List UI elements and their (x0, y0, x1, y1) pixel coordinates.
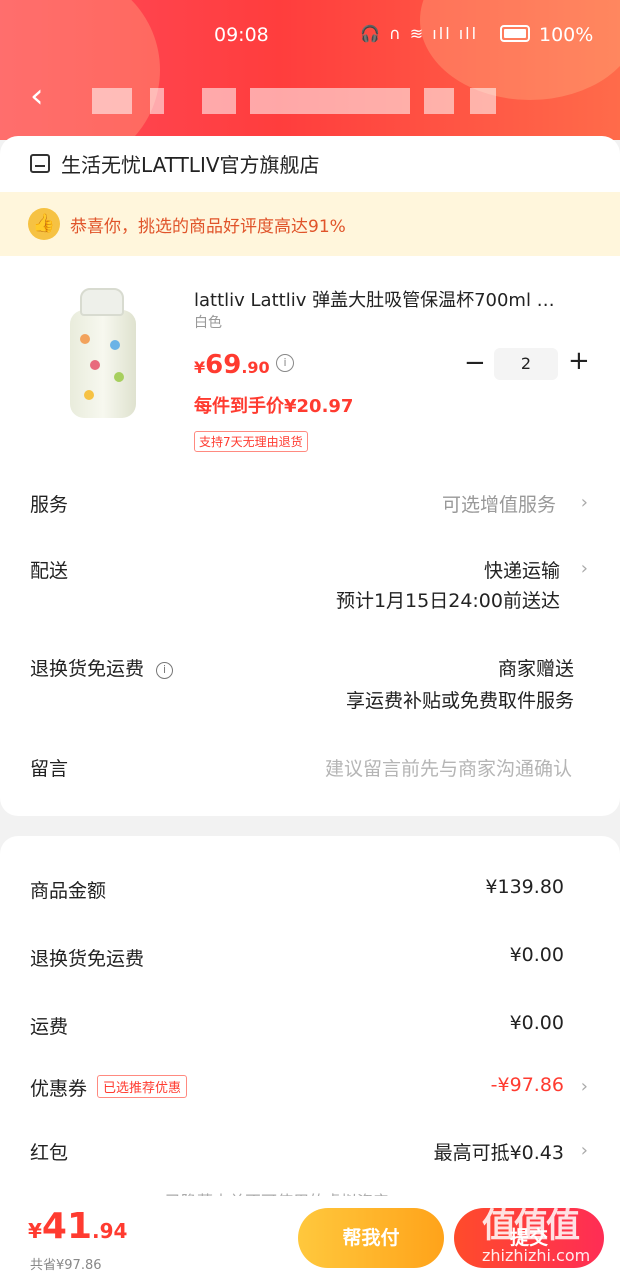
return-fee-summary-label: 退换货免运费 (30, 948, 145, 970)
message-input[interactable]: 建议留言前先与商家沟通确认 (325, 754, 572, 781)
coupon-row[interactable]: 优惠券 已选推荐优惠 (30, 1074, 188, 1101)
sticker (80, 334, 90, 344)
blurred-title (202, 88, 236, 114)
total-integer: 41 (41, 1206, 93, 1247)
sticker (90, 360, 100, 370)
sticker (110, 340, 120, 350)
status-time: 09:08 (214, 24, 269, 46)
goods-amount-label: 商品金额 (30, 880, 107, 902)
price-summary-card: 商品金额 ¥139.80 退换货免运费 ¥0.00 运费 ¥0.00 优惠券 已选… (0, 836, 620, 1216)
chevron-right-icon[interactable]: › (581, 492, 588, 513)
product-title[interactable]: lattliv Lattliv 弹盖大肚吸管保温杯700ml … (194, 286, 594, 312)
watermark-url: zhizhizhi.com (482, 1246, 591, 1265)
quantity-stepper: − 2 + (460, 346, 590, 382)
blurred-title (150, 88, 164, 114)
status-bar: 09:08 🎧 ∩ ≋ ıll ıll 100% (0, 24, 620, 52)
order-card: 生活无忧LATTLIV官方旗舰店 👍 恭喜你，挑选的商品好评度高达91% lat… (0, 136, 620, 816)
total-saved: 共省¥97.86 (30, 1258, 102, 1273)
return-fee-label: 退换货免运费 (30, 658, 145, 680)
total-symbol: ¥ (28, 1219, 42, 1243)
header-decoration (0, 0, 160, 140)
watermark-logo: 值值值 (482, 1206, 580, 1246)
shipping-value: ¥0.00 (509, 1012, 564, 1034)
price-info-icon[interactable]: i (276, 354, 294, 372)
return-fee-sub: 享运费补贴或免费取件服务 (345, 690, 574, 712)
bottle-body (70, 310, 136, 418)
goods-amount-value: ¥139.80 (485, 876, 564, 898)
chevron-right-icon[interactable]: › (581, 558, 588, 579)
rating-text: 恭喜你，挑选的商品好评度高达91% (70, 217, 346, 237)
delivery-label: 配送 (30, 560, 69, 582)
status-icons: 🎧 ∩ ≋ ıll ıll (360, 24, 479, 43)
redpacket-label: 红包 (30, 1142, 69, 1164)
store-header[interactable]: 生活无忧LATTLIV官方旗舰店 (30, 148, 320, 178)
blurred-title (250, 88, 410, 114)
sticker (114, 372, 124, 382)
info-icon[interactable]: i (156, 662, 174, 679)
back-arrow-icon[interactable]: ‹ (30, 78, 54, 114)
help-pay-button[interactable]: 帮我付 (298, 1208, 444, 1268)
return-fee-value: 商家赠送 (497, 658, 574, 680)
rating-banner: 👍 恭喜你，挑选的商品好评度高达91% (0, 192, 620, 256)
return-fee-row: 退换货免运费 i (30, 654, 174, 681)
product-variant: 白色 (194, 315, 222, 331)
total-decimal: .94 (92, 1219, 128, 1243)
watermark: 值值值 zhizhizhi.com (482, 1196, 620, 1279)
blurred-title (470, 88, 496, 114)
store-name: 生活无忧LATTLIV官方旗舰店 (61, 152, 320, 177)
sticker (84, 390, 94, 400)
shipping-label: 运费 (30, 1016, 69, 1038)
price-decimal: .90 (241, 358, 270, 377)
thumbs-up-icon: 👍 (28, 208, 60, 240)
service-label: 服务 (30, 494, 69, 516)
return-fee-summary-value: ¥0.00 (509, 944, 564, 966)
battery-percent: 100% (539, 24, 594, 46)
delivery-eta: 预计1月15日24:00前送达 (335, 590, 560, 612)
price-integer: 69 (205, 350, 242, 380)
return-policy-badge: 支持7天无理由退货 (194, 431, 308, 452)
blurred-title (92, 88, 132, 114)
product-image[interactable] (62, 288, 144, 420)
coupon-badge: 已选推荐优惠 (97, 1075, 188, 1098)
increase-button[interactable]: + (568, 346, 590, 376)
redpacket-value[interactable]: 最高可抵¥0.43 (434, 1138, 564, 1165)
per-item-price: 每件到手价¥20.97 (194, 396, 354, 417)
decrease-button[interactable]: − (464, 348, 486, 378)
bottle-cap (80, 288, 124, 316)
quantity-value[interactable]: 2 (494, 348, 558, 380)
product-price: ¥69.90 (194, 350, 270, 380)
store-icon (30, 153, 50, 173)
total-price: ¥41.94 (28, 1206, 127, 1247)
service-value[interactable]: 可选增值服务 (442, 490, 556, 517)
price-symbol: ¥ (194, 358, 206, 377)
coupon-value[interactable]: -¥97.86 (491, 1074, 564, 1096)
battery-icon (500, 25, 530, 42)
coupon-label: 优惠券 (30, 1078, 88, 1100)
chevron-right-icon[interactable]: › (581, 1140, 588, 1161)
header: 09:08 🎧 ∩ ≋ ıll ıll 100% ‹ (0, 0, 620, 140)
chevron-right-icon[interactable]: › (581, 1076, 588, 1097)
blurred-title (424, 88, 454, 114)
message-label: 留言 (30, 758, 69, 780)
delivery-value[interactable]: 快递运输 (484, 556, 560, 583)
